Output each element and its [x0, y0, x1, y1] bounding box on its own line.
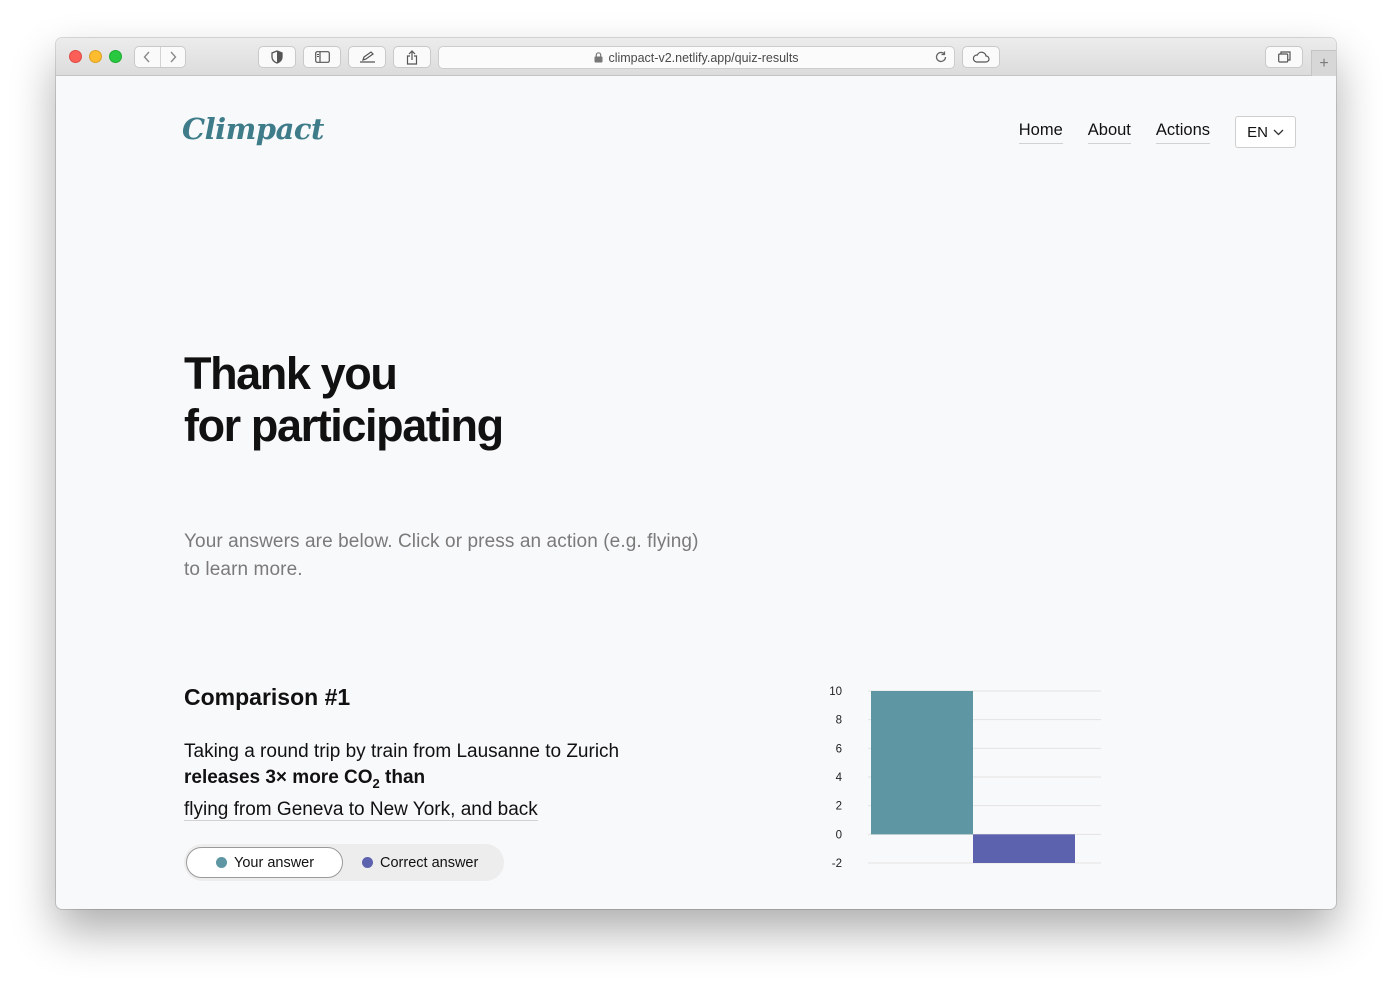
lock-icon: [594, 52, 603, 63]
pencil-icon: [359, 51, 375, 63]
history-nav: [134, 46, 186, 68]
browser-window: climpact-v2.netlify.app/quiz-results + C…: [56, 38, 1336, 909]
comparison-chart: -2 0 2 4 6 8 10: [829, 686, 1101, 870]
comparison-relation: releases 3× more CO2 than: [184, 765, 619, 797]
y-tick-label: 10: [829, 686, 842, 698]
comparison-statement: Taking a round trip by train from Lausan…: [184, 739, 619, 823]
markup-button[interactable]: [348, 46, 386, 68]
web-page: Climpact Home About Actions EN Thank you…: [56, 76, 1336, 909]
bar-correct-answer: [973, 834, 1075, 863]
share-icon: [406, 49, 418, 65]
page-title-line-1: Thank you: [184, 348, 398, 399]
correct-answer-toggle[interactable]: Correct answer: [343, 847, 478, 878]
nav-about-link[interactable]: About: [1087, 121, 1131, 144]
url-text: climpact-v2.netlify.app/quiz-results: [608, 50, 799, 65]
y-tick-label: 0: [836, 829, 842, 841]
your-answer-label: Your answer: [234, 854, 315, 871]
zoom-window-button[interactable]: [109, 50, 122, 63]
answer-toggle: Your answer Correct answer: [184, 844, 504, 881]
shield-icon: [271, 50, 283, 64]
your-answer-dot: [216, 857, 227, 868]
bar-your-answer: [871, 691, 973, 835]
plus-icon: +: [1319, 54, 1329, 72]
correct-answer-dot: [362, 857, 373, 868]
comparison-action-a[interactable]: Taking a round trip by train from Lausan…: [184, 739, 619, 765]
cloud-icon: [972, 51, 990, 63]
browser-toolbar: climpact-v2.netlify.app/quiz-results +: [56, 38, 1336, 76]
comparison-title: Comparison #1: [184, 684, 351, 710]
relation-text: releases 3× more CO: [184, 767, 373, 788]
nav-actions-link[interactable]: Actions: [1155, 121, 1210, 144]
chevron-right-icon: [170, 51, 177, 63]
close-window-button[interactable]: [69, 50, 82, 63]
nav-home-link[interactable]: Home: [1018, 121, 1063, 144]
y-tick-label: -2: [832, 858, 842, 870]
correct-answer-label: Correct answer: [380, 854, 479, 871]
y-tick-label: 6: [836, 743, 842, 755]
y-tick-label: 8: [836, 715, 842, 727]
forward-button[interactable]: [159, 47, 186, 67]
sidebar-icon: [314, 51, 330, 63]
site-logo[interactable]: Climpact: [182, 112, 324, 146]
icloud-tabs-button[interactable]: [962, 46, 1000, 68]
share-button[interactable]: [393, 46, 431, 68]
chevron-left-icon: [143, 51, 150, 63]
comparison-action-b[interactable]: flying from Geneva to New York, and back: [184, 798, 538, 821]
your-answer-toggle[interactable]: Your answer: [186, 847, 343, 878]
reload-icon[interactable]: [934, 50, 948, 67]
chevron-down-icon: [1273, 129, 1284, 135]
main-nav: Home About Actions EN: [1018, 116, 1296, 148]
minimize-window-button[interactable]: [89, 50, 102, 63]
tabs-icon: [1277, 51, 1291, 63]
page-title: Thank you for participating: [184, 348, 504, 452]
page-title-line-2: for participating: [184, 400, 504, 451]
tab-overview-button[interactable]: [1265, 46, 1303, 68]
page-subtitle: Your answers are below. Click or press a…: [184, 531, 699, 580]
y-tick-label: 2: [836, 801, 842, 813]
y-tick-label: 4: [836, 772, 843, 784]
back-button[interactable]: [135, 47, 160, 67]
address-bar[interactable]: climpact-v2.netlify.app/quiz-results: [438, 46, 955, 69]
language-label: EN: [1247, 123, 1268, 141]
privacy-shield-button[interactable]: [258, 46, 296, 68]
relation-than: than: [379, 767, 426, 788]
new-tab-button[interactable]: +: [1311, 50, 1336, 76]
relation-subscript: 2: [372, 775, 380, 791]
language-select[interactable]: EN: [1235, 116, 1296, 148]
sidebar-button[interactable]: [303, 46, 341, 68]
